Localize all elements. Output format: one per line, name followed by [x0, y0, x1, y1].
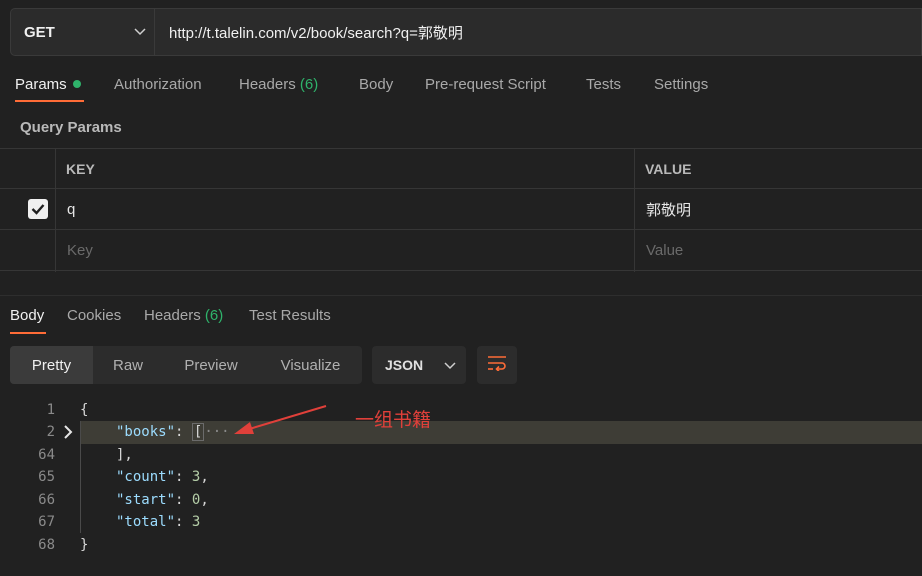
code-text: "total": 3 [116, 514, 201, 530]
code-text: "count": 3, [116, 469, 209, 485]
tab-tests[interactable]: Tests [586, 76, 621, 93]
tab-response-body[interactable]: Body [10, 307, 44, 324]
column-divider [55, 148, 56, 272]
chevron-down-icon [126, 28, 154, 36]
code-line: 1 { [0, 399, 922, 422]
count-key: "count" [116, 469, 176, 485]
key-placeholder-input[interactable]: Key [67, 230, 93, 270]
indent-guide [80, 421, 81, 533]
tab-response-headers[interactable]: Headers (6) [144, 307, 223, 324]
books-open-bracket[interactable]: [ [191, 423, 205, 441]
value-column-header: VALUE [645, 160, 692, 177]
chevron-right-icon[interactable] [63, 425, 73, 443]
table-header-row: KEY VALUE [0, 148, 922, 189]
format-label: JSON [385, 357, 424, 373]
total-key: "total" [116, 514, 176, 530]
response-tabs: Body Cookies Headers (6) Test Results [0, 306, 922, 336]
start-key: "start" [116, 492, 176, 508]
code-line: 67 "total": 3 [0, 511, 922, 534]
active-tab-indicator [15, 100, 84, 102]
method-select[interactable]: GET [10, 8, 154, 56]
tab-body[interactable]: Body [359, 76, 393, 93]
wrap-lines-icon [487, 355, 507, 375]
code-text: { [80, 402, 89, 418]
annotation-text: 一组书籍 [355, 409, 432, 431]
tab-pre-request-script[interactable]: Pre-request Script [425, 76, 546, 93]
response-headers-count: (6) [204, 307, 224, 324]
line-number: 65 [38, 469, 55, 485]
line-number: 2 [46, 424, 55, 440]
param-key[interactable]: q [67, 189, 75, 229]
tab-settings[interactable]: Settings [654, 76, 708, 93]
active-tab-indicator [10, 332, 46, 334]
url-input[interactable]: http://t.talelin.com/v2/book/search?q=郭敬… [154, 8, 922, 56]
headers-count: (6) [299, 76, 319, 93]
tab-response-headers-label: Headers [144, 307, 201, 324]
value-placeholder-input[interactable]: Value [646, 230, 683, 270]
pane-divider[interactable] [0, 295, 922, 296]
line-number: 66 [38, 492, 55, 508]
column-divider[interactable] [634, 148, 635, 272]
code-text: ], [116, 447, 133, 463]
code-line: 68 } [0, 534, 922, 557]
code-line: 65 "count": 3, [0, 466, 922, 489]
param-checkbox[interactable] [28, 189, 48, 229]
tab-headers-label: Headers [239, 76, 296, 93]
preview-button[interactable]: Preview [163, 346, 259, 384]
pretty-button[interactable]: Pretty [10, 346, 93, 384]
visualize-button[interactable]: Visualize [259, 346, 362, 384]
params-active-dot [72, 80, 81, 88]
format-select[interactable]: JSON [372, 346, 466, 384]
wrap-lines-button[interactable] [477, 346, 517, 384]
collapsed-ellipsis[interactable]: ··· [204, 424, 229, 440]
url-text: http://t.talelin.com/v2/book/search?q=郭敬… [169, 24, 463, 42]
raw-button[interactable]: Raw [93, 346, 163, 384]
code-text: "books": [··· [116, 423, 230, 441]
tab-params[interactable]: Params [15, 76, 81, 93]
annotation-arrow-icon [234, 405, 327, 434]
tab-params-label: Params [15, 76, 67, 93]
tab-test-results[interactable]: Test Results [249, 307, 331, 324]
method-label: GET [24, 23, 55, 41]
request-tabs: Params Authorization Headers (6) Body Pr… [0, 76, 922, 104]
tab-headers[interactable]: Headers (6) [239, 76, 318, 93]
tab-authorization[interactable]: Authorization [114, 76, 202, 93]
code-text: } [80, 537, 89, 553]
tab-cookies[interactable]: Cookies [67, 307, 121, 324]
line-number: 1 [46, 402, 55, 418]
query-params-title: Query Params [20, 119, 122, 136]
view-mode-segmented: Pretty Raw Preview Visualize [10, 346, 362, 384]
line-number: 68 [38, 537, 55, 553]
books-key: "books" [116, 424, 176, 440]
code-text: "start": 0, [116, 492, 209, 508]
checkbox-checked-icon [28, 199, 48, 219]
code-line: 2 "books": [··· [0, 421, 922, 444]
line-number: 67 [38, 514, 55, 530]
code-line: 64 ], [0, 444, 922, 467]
table-row: q 郭敬明 [0, 189, 922, 230]
table-row-empty: Key Value [0, 230, 922, 271]
line-number: 64 [38, 447, 55, 463]
chevron-down-icon [444, 357, 456, 373]
key-column-header: KEY [66, 160, 95, 177]
param-value[interactable]: 郭敬明 [646, 189, 691, 229]
total-value: 3 [191, 514, 201, 530]
code-line: 66 "start": 0, [0, 489, 922, 512]
